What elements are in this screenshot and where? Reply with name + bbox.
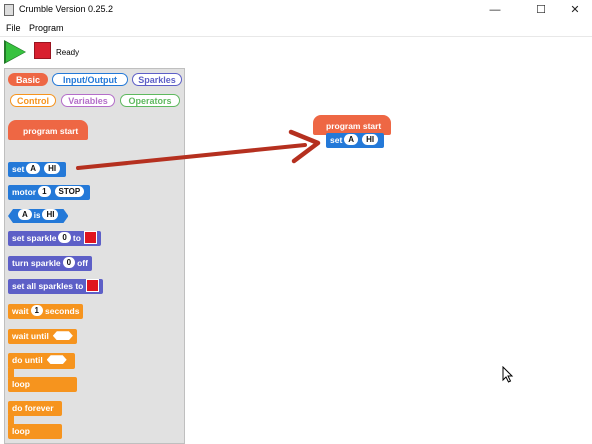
arrow-shaft: [76, 143, 307, 170]
mouse-cursor-icon: [502, 366, 514, 383]
